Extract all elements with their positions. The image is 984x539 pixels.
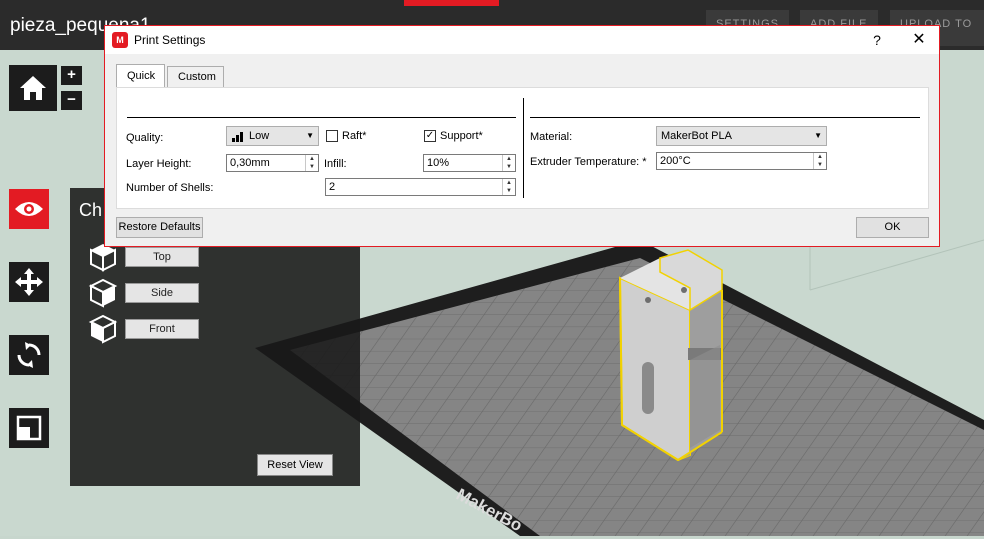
- tab-custom[interactable]: Custom: [167, 66, 224, 87]
- quick-settings-page: Quality: Low ▼ Raft* ✓ Support* Material…: [116, 87, 929, 209]
- view-row-side: Side: [88, 278, 199, 308]
- shells-spinbox[interactable]: 2 ▲ ▼: [325, 178, 516, 196]
- view-panel-title: Ch: [79, 200, 103, 220]
- support-label: Support*: [440, 130, 483, 142]
- makerbot-logo-icon: M: [112, 32, 128, 48]
- rotate-icon: [17, 342, 41, 368]
- tab-quick[interactable]: Quick: [116, 64, 165, 87]
- print-settings-dialog: M Print Settings ? ✕ Quick Custom Qualit…: [104, 25, 940, 247]
- rotate-button[interactable]: [9, 335, 49, 375]
- spin-arrows-icon[interactable]: ▲ ▼: [813, 153, 826, 169]
- eye-icon: [15, 202, 43, 216]
- column-separator: [523, 98, 524, 198]
- view-front-button[interactable]: Front: [125, 319, 199, 339]
- infill-value: 10%: [427, 157, 450, 169]
- cube-front-icon: [88, 314, 118, 344]
- quality-label: Quality:: [126, 132, 164, 144]
- extruder-temp-spinbox[interactable]: 200°C ▲ ▼: [656, 152, 827, 170]
- divider-left: [127, 117, 516, 118]
- model-part: [618, 249, 723, 462]
- signal-bars-icon: [232, 132, 243, 142]
- move-button[interactable]: [9, 262, 49, 302]
- view-row-front: Front: [88, 314, 199, 344]
- raft-checkbox[interactable]: [326, 130, 338, 142]
- raft-label: Raft*: [342, 130, 367, 142]
- scale-icon: [16, 415, 42, 441]
- extruder-temp-value: 200°C: [660, 155, 691, 167]
- divider-right: [530, 117, 920, 118]
- quality-value: Low: [249, 130, 270, 142]
- dialog-title: Print Settings: [134, 33, 206, 47]
- support-checkbox[interactable]: ✓: [424, 130, 436, 142]
- chevron-down-icon: ▼: [814, 131, 822, 140]
- view-button[interactable]: [9, 189, 49, 229]
- material-label: Material:: [530, 131, 573, 143]
- restore-defaults-button[interactable]: Restore Defaults: [116, 217, 203, 238]
- layer-height-label: Layer Height:: [126, 158, 192, 170]
- cube-side-icon: [88, 278, 118, 308]
- close-button[interactable]: ✕: [905, 29, 933, 51]
- view-side-button[interactable]: Side: [125, 283, 199, 303]
- zoom-in-button[interactable]: +: [61, 66, 82, 85]
- material-value: MakerBot PLA: [661, 130, 732, 142]
- layer-height-spinbox[interactable]: 0,30mm ▲ ▼: [226, 154, 319, 172]
- home-button[interactable]: [9, 65, 57, 111]
- view-top-button[interactable]: Top: [125, 247, 199, 267]
- spin-arrows-icon[interactable]: ▲ ▼: [502, 155, 515, 171]
- chevron-down-icon: ▼: [306, 131, 314, 140]
- infill-spinbox[interactable]: 10% ▲ ▼: [423, 154, 516, 172]
- layer-height-value: 0,30mm: [230, 157, 270, 169]
- ok-button[interactable]: OK: [856, 217, 929, 238]
- infill-label: Infill:: [324, 158, 347, 170]
- shells-value: 2: [329, 181, 336, 193]
- quality-select[interactable]: Low ▼: [226, 126, 319, 146]
- spin-arrows-icon[interactable]: ▲ ▼: [502, 179, 515, 195]
- shells-label: Number of Shells:: [126, 182, 214, 194]
- dialog-titlebar[interactable]: M Print Settings ? ✕: [105, 26, 939, 54]
- extruder-temp-label: Extruder Temperature: *: [530, 156, 647, 168]
- spin-arrows-icon[interactable]: ▲ ▼: [305, 155, 318, 171]
- material-select[interactable]: MakerBot PLA ▼: [656, 126, 827, 146]
- reset-view-button[interactable]: Reset View: [257, 454, 333, 476]
- help-button[interactable]: ?: [865, 29, 889, 51]
- scale-button[interactable]: [9, 408, 49, 448]
- home-icon: [20, 76, 46, 100]
- move-arrows-icon: [15, 268, 43, 296]
- active-indicator: [404, 0, 499, 6]
- zoom-out-button[interactable]: −: [61, 91, 82, 110]
